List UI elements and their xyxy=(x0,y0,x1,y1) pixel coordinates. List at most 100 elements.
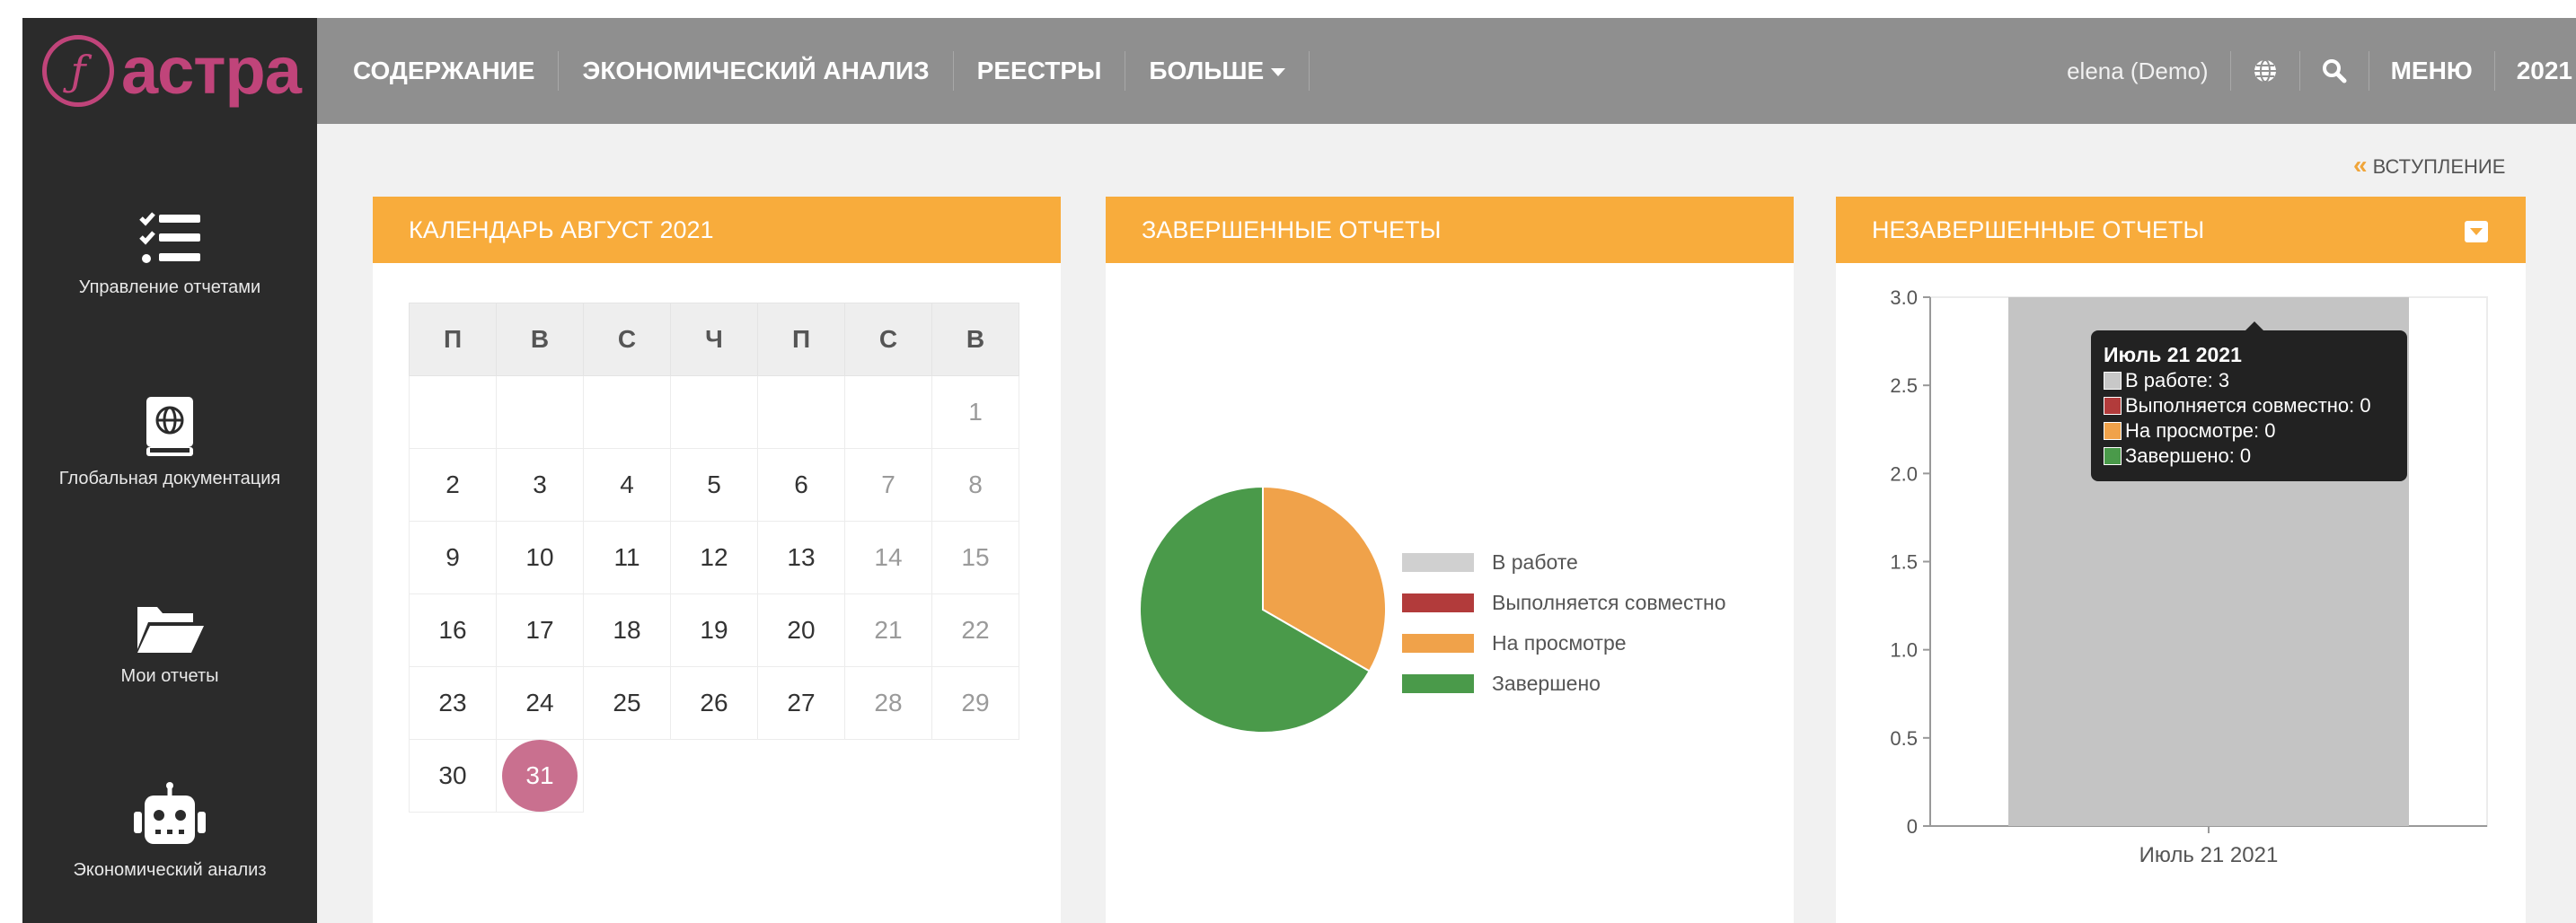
calendar-day[interactable]: 23 xyxy=(409,666,497,740)
tooltip-swatch xyxy=(2104,372,2122,390)
calendar-day[interactable]: 1 xyxy=(931,375,1019,449)
language-button[interactable] xyxy=(2231,51,2300,91)
legend-item[interactable]: На просмотре xyxy=(1402,623,1725,664)
calendar-day[interactable]: 31 xyxy=(496,739,584,813)
y-tick-label: 0 xyxy=(1907,815,1918,838)
calendar-day[interactable]: 7 xyxy=(844,448,932,522)
tooltip-row: Выполняется совместно: 0 xyxy=(2104,393,2395,418)
intro-link[interactable]: «ВСТУПЛЕНИЕ xyxy=(2353,151,2505,180)
calendar-empty-cell xyxy=(844,375,932,449)
sidebar-item-global-docs[interactable]: Глобальная документация xyxy=(22,395,317,492)
calendar-day[interactable]: 15 xyxy=(931,521,1019,594)
nav-more-dropdown[interactable]: БОЛЬШЕ xyxy=(1125,51,1310,91)
calendar-day[interactable]: 19 xyxy=(670,593,758,667)
y-tick-label: 2.5 xyxy=(1890,374,1918,397)
calendar-today-marker: 31 xyxy=(502,740,578,812)
calendar-day[interactable]: 25 xyxy=(583,666,671,740)
top-navbar: СОДЕРЖАНИЕ ЭКОНОМИЧЕСКИЙ АНАЛИЗ РЕЕСТРЫ … xyxy=(317,18,2576,124)
calendar-empty-cell xyxy=(671,740,758,813)
calendar-day[interactable]: 18 xyxy=(583,593,671,667)
globe-book-icon xyxy=(146,397,193,456)
tooltip-row-label: Выполняется совместно: 0 xyxy=(2125,394,2371,417)
collapse-icon[interactable] xyxy=(2465,221,2488,242)
calendar-day[interactable]: 17 xyxy=(496,593,584,667)
sidebar-item-my-reports[interactable]: Мои отчеты xyxy=(22,602,317,690)
legend-label: На просмотре xyxy=(1492,631,1627,655)
pie-legend: В работе Выполняется совместно На просмотр… xyxy=(1402,542,1725,704)
legend-item[interactable]: В работе xyxy=(1402,542,1725,583)
sidebar-item-economic-analysis[interactable]: Экономический анализ xyxy=(22,781,317,883)
calendar-day[interactable]: 29 xyxy=(931,666,1019,740)
calendar-day[interactable]: 16 xyxy=(409,593,497,667)
nav-registers[interactable]: РЕЕСТРЫ xyxy=(954,51,1126,91)
search-button[interactable] xyxy=(2300,51,2369,91)
legend-label: В работе xyxy=(1492,550,1578,574)
legend-label: Выполняется совместно xyxy=(1492,591,1726,614)
calendar-day[interactable]: 21 xyxy=(844,593,932,667)
calendar-day[interactable]: 5 xyxy=(670,448,758,522)
y-tick-label: 1.0 xyxy=(1890,639,1918,662)
year-selector[interactable]: 2021 xyxy=(2495,51,2576,91)
calendar-day[interactable]: 8 xyxy=(931,448,1019,522)
nav-contents[interactable]: СОДЕРЖАНИЕ xyxy=(353,51,560,91)
calendar-weekday: Ч xyxy=(670,303,758,376)
completed-reports-pie-chart xyxy=(1139,485,1387,734)
calendar-weekday: П xyxy=(409,303,497,376)
calendar-weekday: В xyxy=(931,303,1019,376)
legend-swatch xyxy=(1402,553,1474,572)
tooltip-row-label: Завершено: 0 xyxy=(2125,444,2252,467)
calendar-day[interactable]: 10 xyxy=(496,521,584,594)
main-nav: СОДЕРЖАНИЕ ЭКОНОМИЧЕСКИЙ АНАЛИЗ РЕЕСТРЫ … xyxy=(353,18,1310,124)
sidebar-item-label: Мои отчеты xyxy=(120,666,219,686)
calendar-weekday-row: ПВСЧПСВ xyxy=(409,303,1019,376)
checklist-icon xyxy=(139,212,200,263)
calendar-day[interactable]: 13 xyxy=(757,521,845,594)
tooltip-row-label: На просмотре: 0 xyxy=(2125,419,2276,442)
calendar-day[interactable]: 3 xyxy=(496,448,584,522)
folder-open-icon xyxy=(137,607,204,653)
calendar-day[interactable]: 20 xyxy=(757,593,845,667)
calendar-day[interactable]: 24 xyxy=(496,666,584,740)
calendar-day[interactable]: 30 xyxy=(409,739,497,813)
calendar-day[interactable]: 11 xyxy=(583,521,671,594)
calendar-day[interactable]: 27 xyxy=(757,666,845,740)
calendar-day[interactable]: 22 xyxy=(931,593,1019,667)
calendar-day[interactable]: 2 xyxy=(409,448,497,522)
tooltip-row-label: В работе: 3 xyxy=(2125,369,2230,391)
calendar-day[interactable]: 28 xyxy=(844,666,932,740)
calendar-empty-cell xyxy=(670,375,758,449)
calendar-empty-cell xyxy=(584,740,671,813)
y-tick-label: 0.5 xyxy=(1890,727,1918,750)
calendar-day[interactable]: 14 xyxy=(844,521,932,594)
x-tick-label: Июль 21 2021 xyxy=(2139,843,2279,867)
sidebar-item-reports-management[interactable]: Управление отчетами xyxy=(22,211,317,301)
nav-economic-analysis[interactable]: ЭКОНОМИЧЕСКИЙ АНАЛИЗ xyxy=(559,51,954,91)
incomplete-reports-title-text: НЕЗАВЕРШЕННЫЕ ОТЧЕТЫ xyxy=(1872,216,2205,243)
nav-more-label: БОЛЬШЕ xyxy=(1149,57,1265,84)
calendar-empty-cell xyxy=(758,740,845,813)
calendar-title: КАЛЕНДАРЬ АВГУСТ 2021 xyxy=(373,197,1061,263)
logo[interactable]: ƒ астра xyxy=(22,18,317,124)
calendar-day[interactable]: 12 xyxy=(670,521,758,594)
tooltip-swatch xyxy=(2104,447,2122,465)
menu-button[interactable]: МЕНЮ xyxy=(2369,51,2495,91)
calendar-weekday: С xyxy=(583,303,671,376)
calendar-day[interactable]: 9 xyxy=(409,521,497,594)
calendar-day[interactable]: 4 xyxy=(583,448,671,522)
legend-item[interactable]: Завершено xyxy=(1402,664,1725,704)
calendar-day[interactable]: 6 xyxy=(757,448,845,522)
search-icon xyxy=(2322,59,2347,84)
chart-tooltip: Июль 21 2021 В работе: 3 Выполняется сов… xyxy=(2091,321,2407,481)
sidebar-item-label: Экономический анализ xyxy=(73,860,267,880)
legend-swatch xyxy=(1402,634,1474,653)
user-name[interactable]: elena (Demo) xyxy=(2045,51,2231,91)
caret-down-icon xyxy=(1271,68,1286,77)
calendar-empty-cell xyxy=(409,375,497,449)
y-tick-label: 2.0 xyxy=(1890,462,1918,485)
calendar-panel: КАЛЕНДАРЬ АВГУСТ 2021 ПВСЧПСВ 1234567891… xyxy=(373,197,1061,923)
calendar-week: 23 24 25 26 27 28 29 xyxy=(409,666,1019,740)
calendar-empty-cell xyxy=(932,740,1019,813)
legend-item[interactable]: Выполняется совместно xyxy=(1402,583,1725,623)
calendar-day[interactable]: 26 xyxy=(670,666,758,740)
legend-label: Завершено xyxy=(1492,672,1601,695)
